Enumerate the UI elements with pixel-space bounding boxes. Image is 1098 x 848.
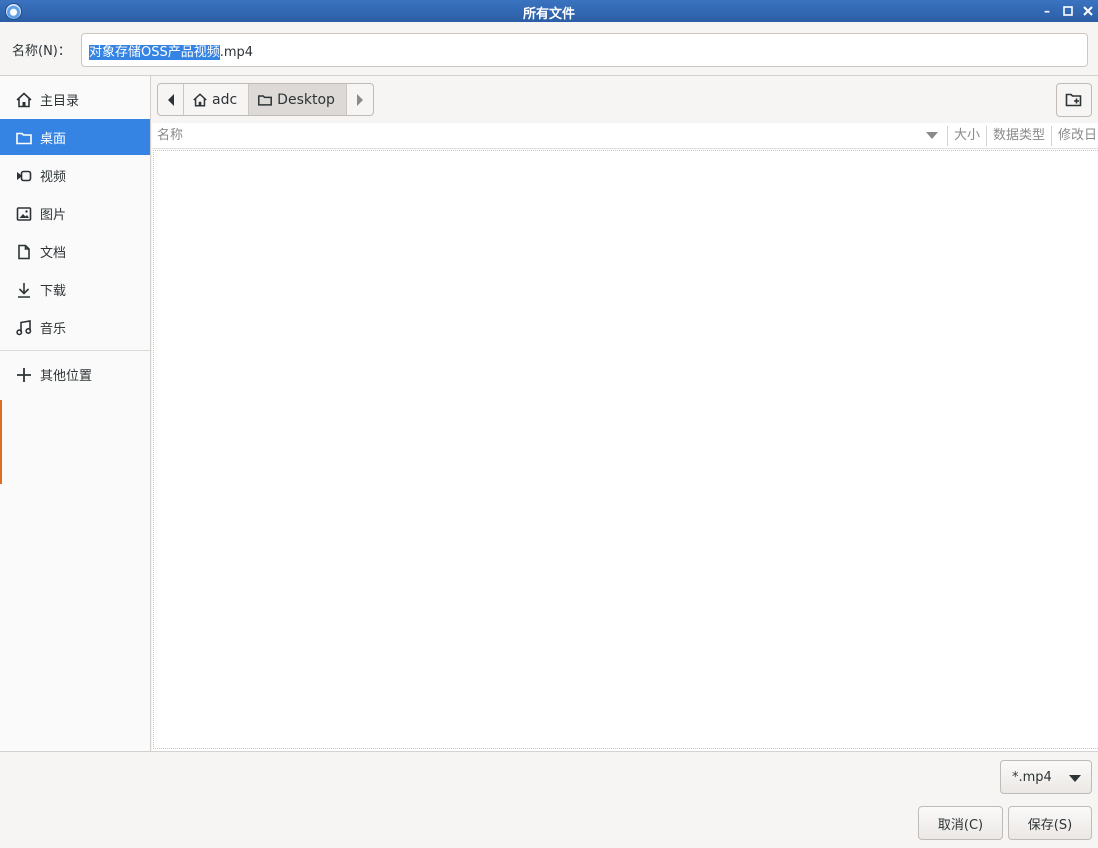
sidebar-item-label: 音乐 [40, 322, 67, 337]
window-edge-accent [0, 400, 2, 484]
close-icon [1083, 6, 1093, 16]
file-filter-value: *.mp4 [1012, 769, 1052, 785]
path-scroll-right-button[interactable] [347, 84, 373, 115]
cancel-button[interactable]: 取消(C) [918, 806, 1003, 840]
sort-descending-icon [926, 132, 938, 139]
filename-label: 名称(N)： [12, 44, 71, 59]
minimize-button[interactable]: – [1038, 2, 1056, 20]
sidebar-item-music[interactable]: 音乐 [0, 309, 150, 345]
image-icon [16, 207, 32, 221]
path-segment-home[interactable]: adc [184, 84, 250, 115]
sidebar-item-label: 视频 [40, 170, 67, 185]
home-icon [193, 92, 207, 107]
filename-input[interactable]: 对象存储OSS产品视频.mp4 [81, 33, 1088, 67]
column-divider[interactable] [986, 126, 987, 146]
sidebar-item-downloads[interactable]: 下载 [0, 271, 150, 307]
home-icon [16, 92, 32, 108]
new-folder-icon [1065, 93, 1082, 107]
chevron-down-icon [1069, 775, 1081, 782]
sidebar-item-documents[interactable]: 文档 [0, 233, 150, 269]
file-list-empty-area[interactable] [153, 150, 1098, 749]
maximize-button[interactable] [1059, 2, 1077, 20]
window-title: 所有文件 [522, 7, 575, 22]
filename-extension-text: .mp4 [219, 45, 254, 60]
sidebar-item-other-locations[interactable]: 其他位置 [0, 356, 150, 392]
music-icon [16, 320, 32, 336]
places-sidebar: 主目录 桌面 视频 图片 文档 下载 音乐 其他位置 [0, 76, 151, 751]
sidebar-item-pictures[interactable]: 图片 [0, 195, 150, 231]
path-segment-label: adc [212, 91, 238, 108]
path-segment-desktop[interactable]: Desktop [249, 84, 347, 115]
maximize-icon [1063, 6, 1073, 16]
folder-icon [16, 132, 32, 145]
column-divider[interactable] [947, 126, 948, 146]
sidebar-item-label: 图片 [40, 208, 67, 223]
column-header-row: 名称 大小 数据类型 修改日 [152, 123, 1098, 149]
sidebar-item-label: 主目录 [40, 94, 80, 109]
file-list-view: 名称 大小 数据类型 修改日 [152, 123, 1098, 751]
download-icon [18, 283, 30, 298]
save-button[interactable]: 保存(S) [1008, 806, 1092, 840]
column-divider[interactable] [1051, 126, 1052, 146]
filename-row: 名称(N)： 对象存储OSS产品视频.mp4 [0, 22, 1098, 76]
document-icon [18, 244, 30, 260]
path-scroll-left-button[interactable] [158, 84, 184, 115]
chevron-right-icon [356, 93, 363, 106]
path-segment-label: Desktop [277, 91, 335, 108]
folder-icon [258, 94, 273, 106]
dialog-footer: *.mp4 取消(C) 保存(S) [0, 751, 1098, 848]
path-bar: adc Desktop [157, 83, 374, 116]
sidebar-item-label: 桌面 [40, 132, 67, 147]
chevron-left-icon [167, 93, 174, 106]
title-bar: 所有文件 – [0, 0, 1098, 22]
column-header-size[interactable]: 大小 [954, 123, 980, 149]
file-filter-dropdown[interactable]: *.mp4 [1000, 760, 1092, 794]
column-header-modified[interactable]: 修改日 [1058, 123, 1097, 149]
sidebar-item-home[interactable]: 主目录 [0, 81, 150, 117]
column-header-name[interactable]: 名称 [157, 123, 183, 149]
new-folder-button[interactable] [1056, 83, 1092, 117]
sidebar-item-label: 其他位置 [40, 369, 93, 384]
sidebar-item-videos[interactable]: 视频 [0, 157, 150, 193]
filename-selected-text: 对象存储OSS产品视频 [89, 45, 220, 60]
sidebar-item-label: 下载 [40, 284, 67, 299]
close-button[interactable] [1079, 2, 1097, 20]
column-header-type[interactable]: 数据类型 [993, 123, 1045, 149]
plus-icon [17, 368, 31, 382]
video-icon [17, 170, 32, 182]
sidebar-item-desktop[interactable]: 桌面 [0, 119, 150, 155]
sidebar-item-label: 文档 [40, 246, 67, 261]
sidebar-divider [0, 350, 150, 351]
